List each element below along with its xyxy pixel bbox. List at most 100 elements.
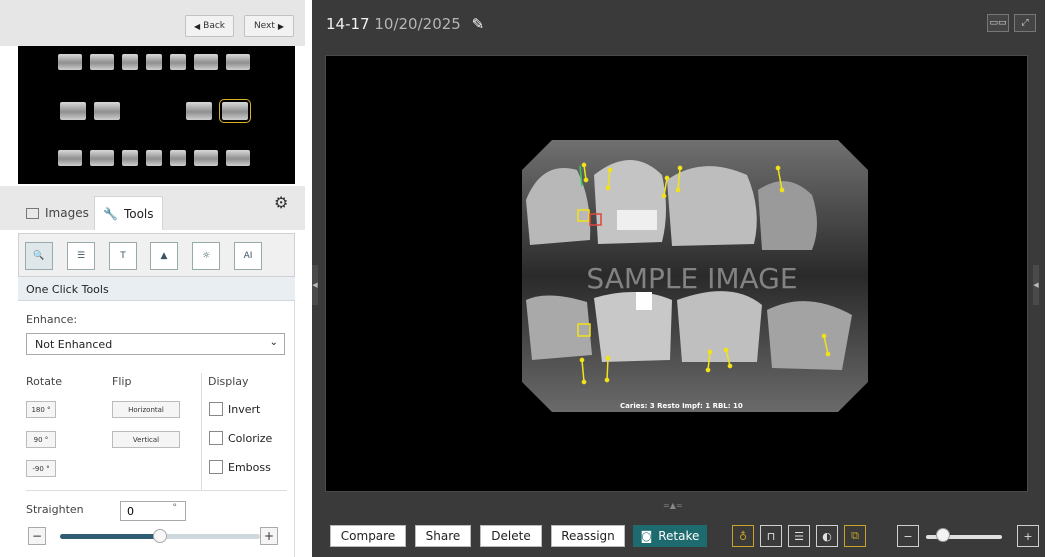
wrench-icon: 🔧: [103, 206, 118, 221]
next-label: Next: [253, 21, 275, 31]
invert-checkbox[interactable]: [209, 402, 223, 416]
slider-fill: [60, 534, 160, 539]
gear-icon[interactable]: ⚙: [274, 193, 288, 212]
pencil-icon[interactable]: ✎: [472, 15, 485, 33]
delete-button[interactable]: Delete: [480, 525, 542, 547]
annotate-tool-icon[interactable]: ☰: [67, 242, 95, 270]
colorize-checkbox[interactable]: [209, 431, 223, 445]
thumbnail[interactable]: [194, 150, 218, 166]
compare-button[interactable]: Compare: [330, 525, 406, 547]
zoom-slider-handle[interactable]: [936, 528, 950, 542]
zoom-in-icon[interactable]: +: [1017, 525, 1039, 547]
enhance-label: Enhance:: [26, 313, 78, 326]
magnify-tool-icon[interactable]: 🔍: [25, 242, 53, 270]
flip-vertical-button[interactable]: Vertical: [112, 431, 180, 448]
divider: [26, 490, 287, 491]
nav-bar: ◀ Back Next ▶: [0, 0, 305, 46]
tab-images-label: Images: [45, 206, 89, 220]
viewer-toolbar: Compare Share Delete Reassign ◙ Retake ♁…: [312, 515, 1045, 557]
left-collapse-handle[interactable]: ◀: [312, 265, 318, 305]
back-label: Back: [203, 21, 225, 31]
reassign-button[interactable]: Reassign: [551, 525, 625, 547]
straighten-input[interactable]: 0 °: [120, 501, 186, 521]
tab-tools-label: Tools: [123, 206, 154, 221]
right-collapse-handle[interactable]: ◀: [1033, 265, 1039, 305]
thumbnail[interactable]: [58, 54, 82, 70]
tool-category-bar: 🔍 ☰ T ▲ ☼ AI: [18, 233, 295, 277]
next-button[interactable]: Next ▶: [244, 15, 294, 37]
thumbnail[interactable]: [146, 54, 162, 70]
thumbnail[interactable]: [94, 102, 120, 120]
title-range: 14-17: [326, 15, 370, 33]
section-title: One Click Tools: [18, 277, 295, 301]
thumbnail[interactable]: [90, 150, 114, 166]
image-viewer-panel: 14-17 10/20/2025 ✎ ▭▭ ⤢ ◀ ◀ SAMPLE IMAGE…: [312, 0, 1045, 557]
thumbnail[interactable]: [58, 150, 82, 166]
rotate-label: Rotate: [26, 375, 63, 388]
rotate-neg90-button[interactable]: -90 °: [26, 460, 56, 477]
left-panel: ◀ Back Next ▶ Images 🔧 Tools ⚙ 🔍 ☰ T ▲ ☼…: [0, 0, 305, 557]
flip-label: Flip: [112, 375, 132, 388]
thumbnail[interactable]: [60, 102, 86, 120]
back-button[interactable]: ◀ Back: [185, 15, 234, 37]
measure-tool-icon[interactable]: T: [109, 242, 137, 270]
emboss-checkbox[interactable]: [209, 460, 223, 474]
retake-label: Retake: [658, 529, 700, 543]
divider: [201, 373, 202, 491]
enhance-select[interactable]: Not Enhanced ⌄: [26, 333, 285, 355]
enhance-value: Not Enhanced: [35, 338, 113, 351]
share-button[interactable]: Share: [415, 525, 471, 547]
lightbulb-tool-icon[interactable]: ☼: [192, 242, 220, 270]
flip-horizontal-button[interactable]: Horizontal: [112, 401, 180, 418]
thumbnail[interactable]: [194, 54, 218, 70]
thumbnail[interactable]: [186, 102, 212, 120]
straighten-slider[interactable]: [60, 529, 260, 543]
ai-tool-icon[interactable]: AI: [234, 242, 262, 270]
thumbnail[interactable]: [90, 54, 114, 70]
one-click-tools-panel: Enhance: Not Enhanced ⌄ Rotate Flip Disp…: [18, 301, 295, 557]
emboss-label: Emboss: [228, 461, 271, 474]
tooth-chart-icon[interactable]: ⊓: [760, 525, 782, 547]
histogram-tool-icon[interactable]: ▲: [150, 242, 178, 270]
tab-images[interactable]: Images: [18, 196, 97, 230]
layers-icon[interactable]: ⧉: [844, 525, 866, 547]
thumbnail[interactable]: [226, 150, 250, 166]
panel-tabs: Images 🔧 Tools: [0, 186, 305, 230]
straighten-increase-button[interactable]: +: [260, 527, 278, 545]
zoom-out-icon[interactable]: −: [897, 525, 919, 547]
app-root: ◀ Back Next ▶ Images 🔧 Tools ⚙ 🔍 ☰ T ▲ ☼…: [0, 0, 1053, 557]
straighten-value: 0: [127, 505, 134, 518]
straighten-label: Straighten: [26, 503, 84, 516]
thumbnail[interactable]: [170, 150, 186, 166]
arrow-left-icon: ◀: [193, 21, 201, 31]
tooth-icon[interactable]: ♁: [732, 525, 754, 547]
thumbnail[interactable]: [122, 54, 138, 70]
thumbnail[interactable]: [146, 150, 162, 166]
invert-label: Invert: [228, 403, 261, 416]
rotate-90-button[interactable]: 90 °: [26, 431, 56, 448]
thumbnail-selected[interactable]: [219, 99, 251, 123]
image-title[interactable]: 14-17 10/20/2025 ✎: [326, 15, 484, 33]
xray-canvas[interactable]: SAMPLE IMAGE Caries: 3 Resto Impf: 1 RBL…: [325, 55, 1028, 492]
rotate-180-button[interactable]: 180 °: [26, 401, 56, 418]
fmx-thumbnail-layout[interactable]: [18, 46, 295, 184]
expand-icon[interactable]: ⤢: [1014, 14, 1036, 32]
chevron-down-icon: ⌄: [269, 337, 278, 348]
thumbnail[interactable]: [170, 54, 186, 70]
thumbnail[interactable]: [122, 150, 138, 166]
contrast-icon[interactable]: ◐: [816, 525, 838, 547]
thumbnail[interactable]: [226, 54, 250, 70]
adjust-sliders-icon[interactable]: ☰: [788, 525, 810, 547]
bottom-collapse-handle[interactable]: =▲=: [663, 501, 683, 510]
compare-layout-icon[interactable]: ▭▭: [987, 14, 1009, 32]
tab-tools[interactable]: 🔧 Tools: [94, 196, 163, 230]
title-date: 10/20/2025: [374, 15, 461, 33]
retake-button[interactable]: ◙ Retake: [633, 525, 707, 547]
arrow-right-icon: ▶: [277, 21, 285, 31]
straighten-decrease-button[interactable]: −: [28, 527, 46, 545]
camera-icon: ◙: [640, 529, 653, 543]
display-label: Display: [208, 375, 249, 388]
slider-handle[interactable]: [153, 529, 167, 543]
findings-summary: Caries: 3 Resto Impf: 1 RBL: 10: [620, 402, 743, 410]
bitewing-xray[interactable]: SAMPLE IMAGE: [522, 140, 868, 412]
